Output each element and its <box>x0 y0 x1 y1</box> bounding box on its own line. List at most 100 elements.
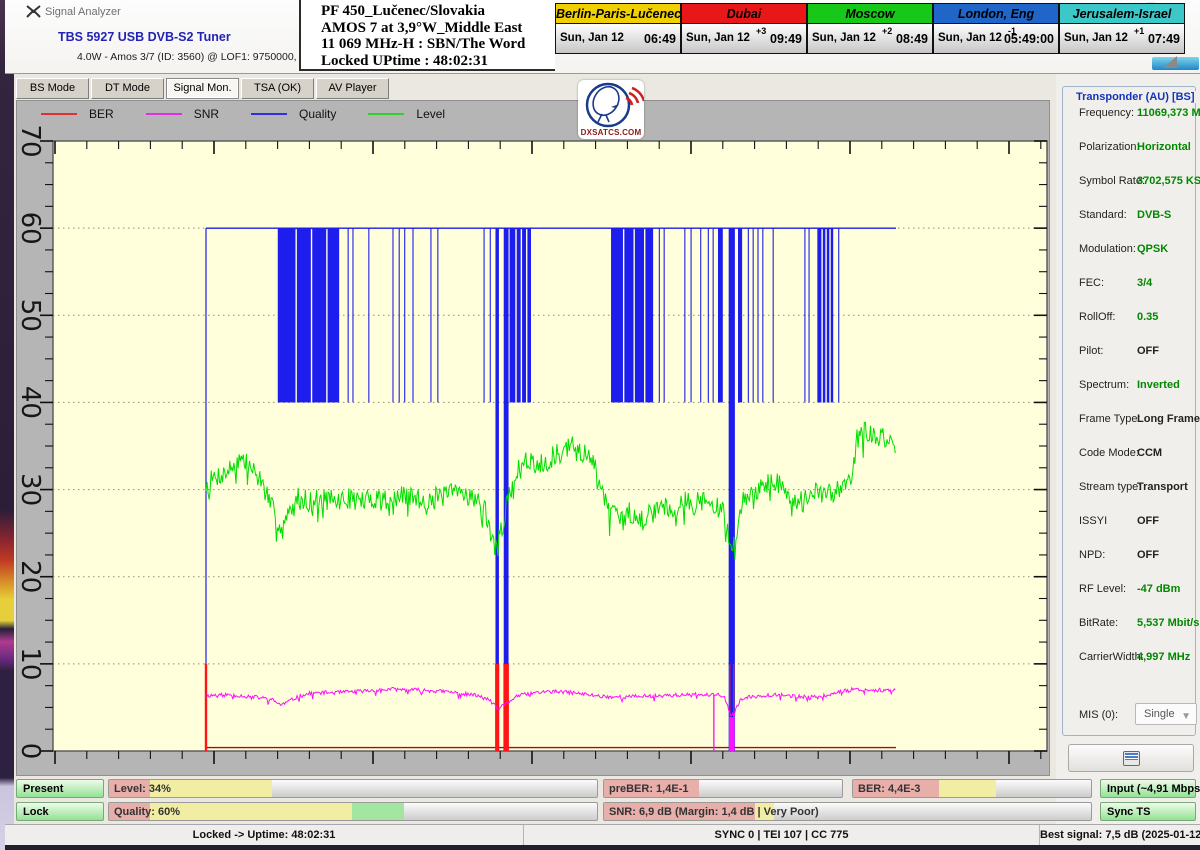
transponder-row-npd: NPD:OFF <box>1079 549 1200 563</box>
preber-progressbar: preBER: 1,4E-1 <box>603 779 843 798</box>
transponder-row-value: Horizontal <box>1137 141 1191 153</box>
clock-time: 07:49 <box>1148 32 1180 46</box>
clock-time: 06:49 <box>644 32 676 46</box>
annotation-line: PF 450_Lučenec/Slovakia <box>321 3 555 20</box>
transponder-row-label: NPD: <box>1079 549 1105 561</box>
progress-label: Level: 34% <box>114 783 171 795</box>
clock-body: Sun, Jan 12+208:49 <box>808 24 932 53</box>
level-progressbar: Level: 34% <box>108 779 598 798</box>
quality-dip-band <box>510 228 531 402</box>
clock-resize-grip[interactable] <box>1163 56 1177 68</box>
transponder-row-pilot: Pilot: OFF <box>1079 345 1200 359</box>
y-axis-label-20: 20 <box>17 560 45 593</box>
transponder-row-rflevel: RF Level:-47 dBm <box>1079 583 1200 597</box>
plot-area <box>53 141 1047 751</box>
transponder-row-label: Modulation: <box>1079 243 1136 255</box>
transponder-sidebar: Transponder (AU) [BS] Frequency:11069,37… <box>1056 74 1200 850</box>
transponder-row-value: Long Frame <box>1137 413 1200 425</box>
lock-badge: Lock <box>16 802 104 821</box>
signal-monitor-chart: BERSNRQualityLevel 010203040506070 <box>16 100 1050 776</box>
mis-select[interactable]: Single ▼ <box>1135 703 1197 725</box>
transponder-row-value: OFF <box>1137 345 1159 357</box>
progress-segment-green <box>352 803 404 820</box>
y-axis-label-30: 30 <box>17 473 45 506</box>
transponder-row-label: ISSYI <box>1079 515 1107 527</box>
progress-segment-yellow <box>939 780 996 797</box>
y-axis-label-70: 70 <box>17 124 45 157</box>
transponder-row-label: Pilot: <box>1079 345 1103 357</box>
clock-date: Sun, Jan 12 <box>812 32 876 44</box>
signal-analyzer-screen: Signal Analyzer ❐ ✕ TBS 5927 USB DVB-S2 … <box>0 0 1200 850</box>
annotation-line: AMOS 7 at 3,9°W_Middle East <box>321 20 555 37</box>
clock-date: Sun, Jan 12 <box>938 32 1002 44</box>
transponder-row-label: RollOff: <box>1079 311 1115 323</box>
statusbar-uptime: Locked -> Uptime: 48:02:31 <box>5 825 524 845</box>
tab-tsa-ok-[interactable]: TSA (OK) <box>241 78 314 99</box>
y-axis-label-10: 10 <box>17 647 45 680</box>
clock-city-label: Moscow <box>808 4 932 24</box>
annotation-line: Locked UPtime : 48:02:31 <box>321 53 555 70</box>
annotation-text-block: PF 450_Lučenec/Slovakia AMOS 7 at 3,9°W_… <box>299 0 555 71</box>
snr-drop-to-zero <box>729 717 735 751</box>
snr-drop-to-zero <box>713 695 714 751</box>
clock-utc-offset: +3 <box>756 26 766 36</box>
transponder-row-issyi: ISSYIOFF <box>1079 515 1200 529</box>
dxsatcs-logo: DXSATCS.COM <box>578 80 644 139</box>
tab-signal-mon-[interactable]: Signal Mon. <box>166 78 239 99</box>
transponder-row-label: RF Level: <box>1079 583 1126 595</box>
progress-label: SNR: 6,9 dB (Margin: 1,4 dB | Very Poor) <box>609 806 819 818</box>
clock-body: Sun, Jan 1206:49 <box>556 24 680 53</box>
clock-city-label: London, Eng <box>934 4 1058 24</box>
transponder-row-rolloff: RollOff:0.35 <box>1079 311 1200 325</box>
present-badge: Present <box>16 779 104 798</box>
satellite-dish-icon <box>578 80 644 128</box>
clock-body: Sun, Jan 12 +3 09:49 <box>682 24 806 53</box>
device-button[interactable] <box>1068 744 1194 772</box>
clock-body: Sun, Jan 12-105:49:00 <box>934 24 1058 53</box>
chart-canvas: 010203040506070 <box>17 101 1049 775</box>
y-axis-label-60: 60 <box>17 212 45 245</box>
tab-av-player[interactable]: AV Player <box>316 78 389 99</box>
world-clocks: Berlin-Paris-LučenecSun, Jan 1206:49Duba… <box>555 3 1185 54</box>
window-title: Signal Analyzer <box>45 6 121 18</box>
transponder-row-codemode: Code Mode:CCM <box>1079 447 1200 461</box>
clock-utc-offset: +1 <box>1134 26 1144 36</box>
legend-line-swatch <box>146 113 182 115</box>
legend-item-ber: BER <box>41 107 114 121</box>
transponder-row-standard: Standard:DVB-S <box>1079 209 1200 223</box>
y-axis-label-0: 0 <box>17 743 45 760</box>
quality-dip-band <box>611 228 653 402</box>
transponder-row-value: Inverted <box>1137 379 1180 391</box>
transponder-row-label: BitRate: <box>1079 617 1118 629</box>
tab-bs-mode[interactable]: BS Mode <box>16 78 89 99</box>
legend-label: BER <box>89 107 114 121</box>
transponder-row-value: CCM <box>1137 447 1162 459</box>
legend-label: Quality <box>299 107 336 121</box>
annotation-line: 11 069 MHz-H : SBN/The Word <box>321 36 555 53</box>
transponder-row-symbolrate: Symbol Rate:3702,575 KS/s <box>1079 175 1200 189</box>
clock-date: Sun, Jan 12 <box>686 32 750 44</box>
mode-tabs: BS ModeDT ModeSignal Mon.TSA (OK)AV Play… <box>16 78 391 99</box>
tab-dt-mode[interactable]: DT Mode <box>91 78 164 99</box>
clock-time: 09:49 <box>770 32 802 46</box>
transponder-groupbox: Transponder (AU) [BS] Frequency:11069,37… <box>1062 86 1196 736</box>
statusbar-best-signal: Best signal: 7,5 dB (2025-01-12 05:59) <box>1040 825 1200 845</box>
clock-jerusalem-israel: Jerusalem-IsraelSun, Jan 12+107:49 <box>1059 3 1185 54</box>
quality-dip-band <box>718 228 723 402</box>
transponder-row-value: 5,537 Mbit/s <box>1137 617 1199 629</box>
clock-date: Sun, Jan 12 <box>1064 32 1128 44</box>
legend-label: Level <box>416 107 445 121</box>
clock-body: Sun, Jan 12 +1 07:49 <box>1060 24 1184 53</box>
transponder-row-polarization: Polarization:Horizontal <box>1079 141 1200 155</box>
quality-dip-band <box>278 228 339 402</box>
window-bottom-border <box>5 845 1200 850</box>
transponder-row-spectrum: Spectrum:Inverted <box>1079 379 1200 393</box>
quality-dip-band <box>817 228 833 402</box>
statusbar-resize-grip[interactable]: ⋰ <box>1188 829 1198 840</box>
transponder-row-modulation: Modulation:QPSK <box>1079 243 1200 257</box>
legend-label: SNR <box>194 107 219 121</box>
clock-dubai: DubaiSun, Jan 12+309:49 <box>681 3 807 54</box>
legend-line-swatch <box>368 113 404 115</box>
progress-segment-yellow <box>150 803 352 820</box>
transponder-row-frequency: Frequency:11069,373 MHz <box>1079 107 1200 121</box>
